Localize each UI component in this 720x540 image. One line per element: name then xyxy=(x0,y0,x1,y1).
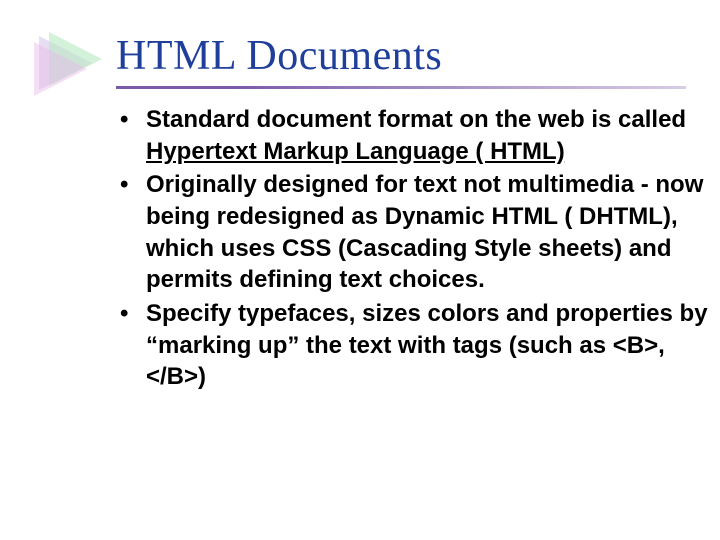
list-item: Originally designed for text not multime… xyxy=(116,169,716,296)
slide-body: Standard document format on the web is c… xyxy=(116,104,716,395)
bullet-underlined: Hypertext Markup Language ( HTML) xyxy=(146,138,565,165)
slide-title: HTML Documents xyxy=(116,32,442,80)
title-underline xyxy=(116,86,686,89)
bullet-text: Specify typefaces, sizes colors and prop… xyxy=(146,300,708,390)
slide: HTML Documents Standard document format … xyxy=(0,0,720,540)
bullet-list: Standard document format on the web is c… xyxy=(116,104,716,393)
bullet-text: Originally designed for text not multime… xyxy=(146,171,703,293)
list-item: Specify typefaces, sizes colors and prop… xyxy=(116,298,716,393)
decorative-triangle-icon xyxy=(34,28,104,98)
bullet-text: Standard document format on the web is c… xyxy=(146,106,686,133)
list-item: Standard document format on the web is c… xyxy=(116,104,716,167)
